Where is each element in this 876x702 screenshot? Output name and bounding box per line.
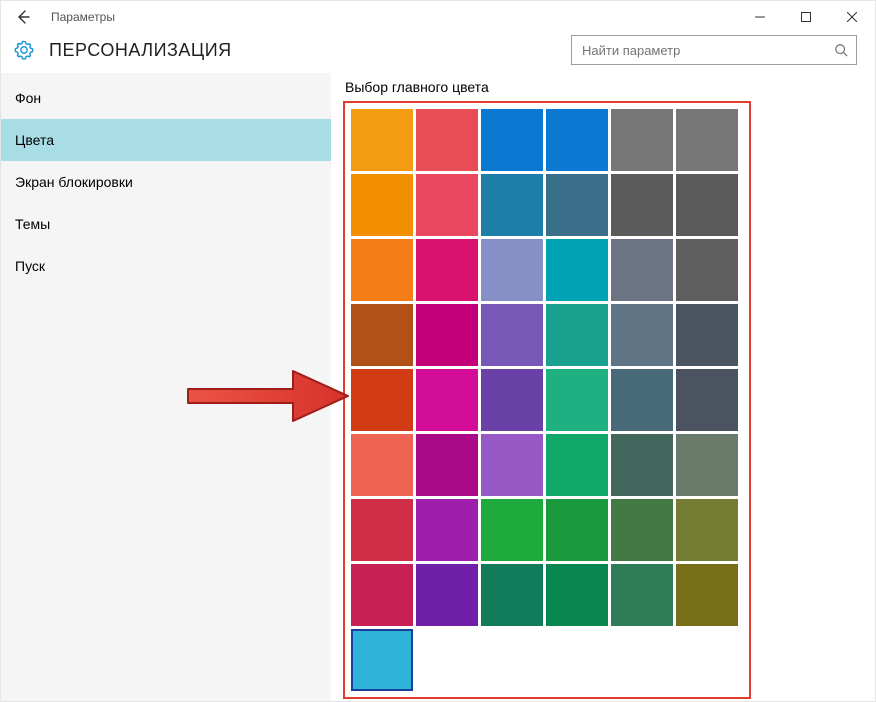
color-swatch[interactable]: [676, 434, 738, 496]
color-swatch[interactable]: [481, 564, 543, 626]
back-arrow-icon: [15, 9, 31, 25]
color-swatch[interactable]: [351, 564, 413, 626]
header-row: ПЕРСОНАЛИЗАЦИЯ: [1, 33, 875, 73]
titlebar: Параметры: [1, 1, 875, 33]
gear-icon: [13, 39, 35, 61]
color-swatch[interactable]: [546, 499, 608, 561]
color-swatch[interactable]: [351, 174, 413, 236]
back-button[interactable]: [9, 3, 37, 31]
color-swatch[interactable]: [611, 304, 673, 366]
color-swatch[interactable]: [416, 109, 478, 171]
window-title: Параметры: [51, 10, 115, 24]
color-swatch[interactable]: [676, 109, 738, 171]
annotation-frame: [343, 101, 751, 699]
color-swatch[interactable]: [416, 369, 478, 431]
color-swatch[interactable]: [481, 304, 543, 366]
sidebar-item-4[interactable]: Пуск: [1, 245, 331, 287]
sidebar-item-label: Пуск: [15, 258, 45, 274]
color-swatch[interactable]: [611, 369, 673, 431]
color-swatch[interactable]: [481, 369, 543, 431]
page-title: ПЕРСОНАЛИЗАЦИЯ: [49, 40, 232, 61]
search-icon: [832, 41, 850, 59]
color-swatch[interactable]: [351, 304, 413, 366]
color-swatch[interactable]: [611, 239, 673, 301]
color-swatch[interactable]: [416, 564, 478, 626]
color-swatch[interactable]: [676, 564, 738, 626]
sidebar-item-label: Фон: [15, 90, 41, 106]
color-swatch[interactable]: [481, 109, 543, 171]
color-swatch[interactable]: [351, 109, 413, 171]
sidebar-item-label: Экран блокировки: [15, 174, 133, 190]
sidebar-item-1[interactable]: Цвета: [1, 119, 331, 161]
color-swatch[interactable]: [416, 239, 478, 301]
minimize-icon: [755, 12, 765, 22]
section-title: Выбор главного цвета: [345, 79, 865, 95]
search-box[interactable]: [571, 35, 857, 65]
settings-icon: [11, 37, 37, 63]
window-controls: [737, 2, 875, 32]
color-swatch-grid: [351, 109, 743, 691]
color-swatch[interactable]: [546, 239, 608, 301]
color-swatch[interactable]: [416, 434, 478, 496]
body: Фон Цвета Экран блокировки Темы Пуск Выбор г…: [1, 73, 875, 702]
color-swatch[interactable]: [546, 304, 608, 366]
sidebar-item-2[interactable]: Экран блокировки: [1, 161, 331, 203]
sidebar-item-label: Темы: [15, 216, 50, 232]
color-swatch[interactable]: [481, 239, 543, 301]
color-swatch[interactable]: [676, 239, 738, 301]
color-swatch[interactable]: [416, 174, 478, 236]
color-swatch[interactable]: [546, 109, 608, 171]
color-swatch[interactable]: [416, 499, 478, 561]
color-swatch[interactable]: [546, 564, 608, 626]
color-swatch[interactable]: [611, 564, 673, 626]
sidebar-item-0[interactable]: Фон: [1, 77, 331, 119]
color-swatch[interactable]: [481, 174, 543, 236]
color-swatch[interactable]: [481, 434, 543, 496]
color-swatch[interactable]: [611, 434, 673, 496]
color-swatch[interactable]: [351, 499, 413, 561]
color-swatch[interactable]: [611, 499, 673, 561]
color-swatch[interactable]: [351, 369, 413, 431]
maximize-button[interactable]: [783, 2, 829, 32]
color-swatch[interactable]: [546, 434, 608, 496]
color-swatch[interactable]: [611, 174, 673, 236]
minimize-button[interactable]: [737, 2, 783, 32]
color-swatch[interactable]: [676, 304, 738, 366]
color-swatch[interactable]: [416, 304, 478, 366]
color-swatch[interactable]: [546, 174, 608, 236]
color-swatch[interactable]: [676, 369, 738, 431]
sidebar-item-3[interactable]: Темы: [1, 203, 331, 245]
search-input[interactable]: [580, 42, 832, 59]
color-swatch[interactable]: [676, 174, 738, 236]
close-button[interactable]: [829, 2, 875, 32]
color-swatch[interactable]: [546, 369, 608, 431]
color-swatch[interactable]: [351, 239, 413, 301]
maximize-icon: [801, 12, 811, 22]
color-swatch[interactable]: [611, 109, 673, 171]
sidebar: Фон Цвета Экран блокировки Темы Пуск: [1, 73, 331, 702]
color-swatch[interactable]: [676, 499, 738, 561]
close-icon: [847, 12, 857, 22]
color-swatch[interactable]: [351, 434, 413, 496]
color-swatch[interactable]: [351, 629, 413, 691]
main-panel: Выбор главного цвета: [331, 73, 875, 702]
color-swatch[interactable]: [481, 499, 543, 561]
settings-window: Параметры ПЕРСОНАЛИЗАЦИЯ: [0, 0, 876, 702]
sidebar-item-label: Цвета: [15, 132, 54, 148]
